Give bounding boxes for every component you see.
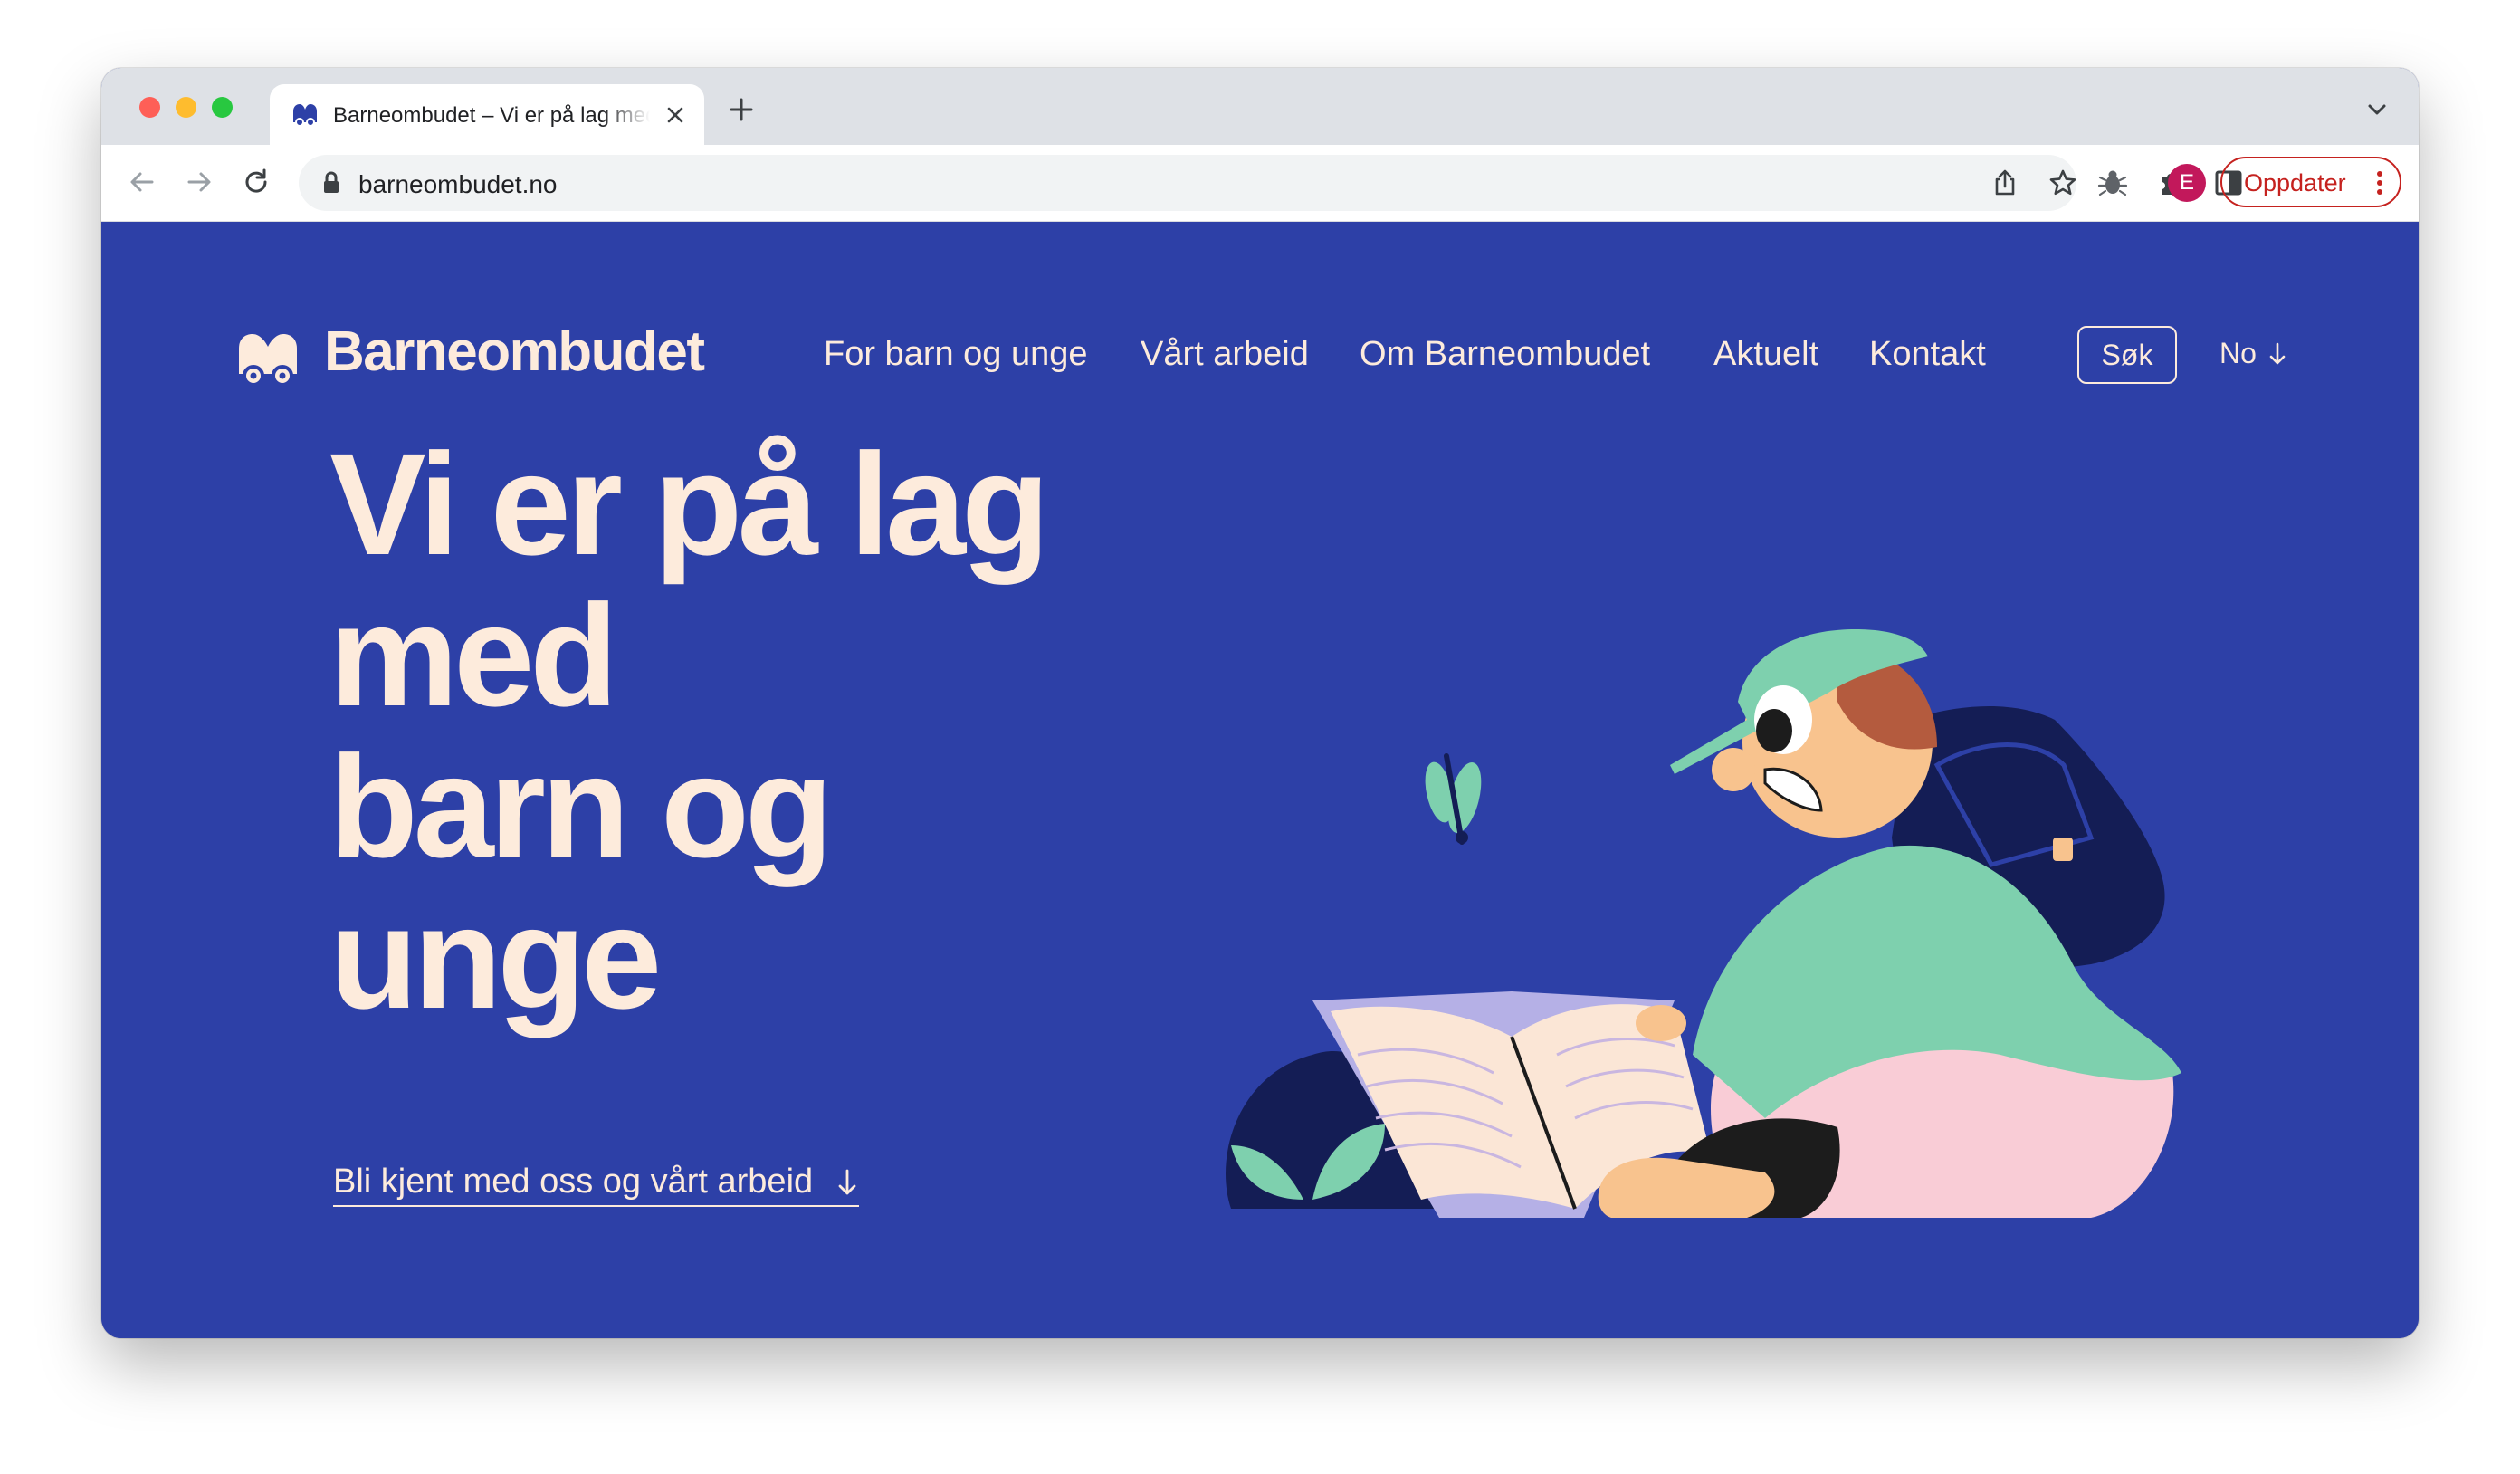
- arrow-down-icon: [838, 1169, 856, 1195]
- learn-more-link[interactable]: Bli kjent med oss og vårt arbeid: [333, 1163, 859, 1207]
- star-icon[interactable]: [2048, 168, 2078, 198]
- tab-strip: Barneombudet – Vi er på lag med barn og …: [101, 68, 2419, 145]
- close-tab-icon[interactable]: [664, 104, 686, 126]
- profile-avatar[interactable]: E: [2168, 164, 2206, 202]
- bug-extension-icon[interactable]: [2097, 168, 2128, 198]
- minimize-window-button[interactable]: [176, 97, 196, 118]
- hero-line-2: med: [329, 574, 618, 736]
- back-arrow-icon[interactable]: [127, 167, 158, 197]
- search-button[interactable]: Søk: [2077, 326, 2177, 384]
- hero-line-1: Vi er på lag: [329, 423, 1050, 585]
- url-text[interactable]: barneombudet.no: [358, 170, 558, 199]
- nav-aktuelt[interactable]: Aktuelt: [1713, 335, 1818, 374]
- barneombudet-logo-icon[interactable]: [235, 330, 301, 388]
- update-chrome-button[interactable]: Oppdater: [2220, 157, 2401, 207]
- forward-arrow-icon[interactable]: [184, 167, 215, 197]
- close-window-button[interactable]: [139, 97, 160, 118]
- brand-name[interactable]: Barneombudet: [324, 320, 705, 384]
- hero-title: Vi er på lag med barn og unge: [329, 428, 1235, 1033]
- nav-om-barneombudet[interactable]: Om Barneombudet: [1360, 335, 1650, 374]
- nav-for-barn-og-unge[interactable]: For barn og unge: [824, 335, 1088, 374]
- learn-more-label: Bli kjent med oss og vårt arbeid: [333, 1163, 814, 1201]
- nav-kontakt[interactable]: Kontakt: [1869, 335, 1986, 374]
- hero-line-3: barn og: [329, 725, 834, 887]
- lock-icon[interactable]: [322, 171, 340, 195]
- barneombudet-favicon-icon: [293, 104, 317, 127]
- nav-vart-arbeid[interactable]: Vårt arbeid: [1141, 335, 1309, 374]
- hero-line-4: unge: [329, 876, 662, 1038]
- browser-window: Barneombudet – Vi er på lag med barn og …: [101, 68, 2419, 1338]
- language-selector[interactable]: No: [2219, 337, 2286, 370]
- tab-title: Barneombudet – Vi er på lag med barn og …: [333, 103, 650, 128]
- web-page: Barneombudet For barn og unge Vårt arbei…: [101, 222, 2419, 1338]
- more-vertical-icon: [2377, 171, 2382, 195]
- butterfly-shape: [1425, 753, 1482, 845]
- language-label: No: [2219, 337, 2257, 369]
- new-tab-icon[interactable]: [728, 96, 755, 123]
- tab-search-chevron-icon[interactable]: [2366, 102, 2388, 117]
- browser-toolbar: barneombudet.no E Oppdater: [101, 145, 2419, 222]
- maximize-window-button[interactable]: [212, 97, 233, 118]
- arrow-down-icon: [2269, 342, 2286, 365]
- update-label: Oppdater: [2244, 169, 2346, 196]
- reload-icon[interactable]: [241, 167, 272, 197]
- share-icon[interactable]: [1990, 168, 2020, 198]
- active-tab[interactable]: Barneombudet – Vi er på lag med barn og …: [270, 84, 704, 145]
- child-reading-illustration: [1226, 629, 2181, 1218]
- address-bar[interactable]: barneombudet.no: [299, 155, 2076, 211]
